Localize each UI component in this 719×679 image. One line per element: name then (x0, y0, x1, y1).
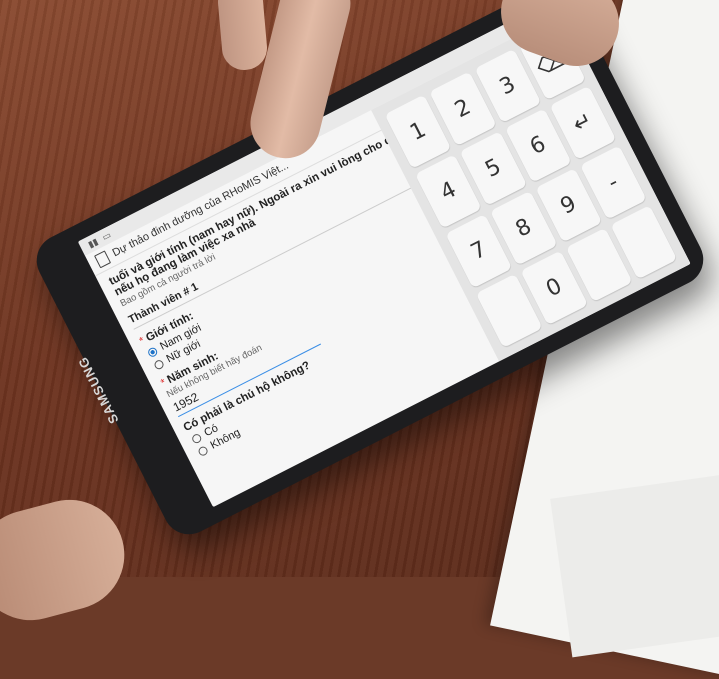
signal-icon: ▮▮ (86, 235, 100, 250)
radio-icon[interactable] (196, 444, 209, 457)
battery-icon: ▭ (100, 229, 113, 242)
radio-icon[interactable] (152, 358, 165, 371)
radio-icon[interactable] (190, 432, 203, 445)
radio-selected-icon[interactable] (146, 345, 159, 358)
document-icon (94, 250, 112, 269)
